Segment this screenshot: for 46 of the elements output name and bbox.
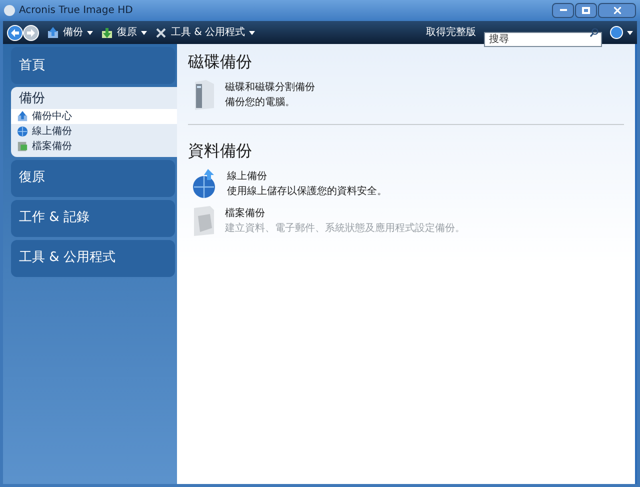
sidebar-subitem[interactable]: 線上備份 [11,124,177,138]
item-title[interactable]: 線上備份 [227,169,387,184]
item-description: 備份您的電腦。 [225,96,296,110]
globe-icon [17,126,28,136]
sidebar-subitem[interactable]: 檔案備份 [11,138,177,154]
maximize-icon [582,7,590,14]
sidebar-item[interactable]: 工具 & 公用程式 [11,240,175,276]
forward-button[interactable] [23,24,39,40]
search-field[interactable]: 搜尋 [484,32,602,47]
sidebar-item[interactable]: 復原 [11,160,175,196]
close-icon [614,7,620,14]
minimize-icon [560,8,566,11]
sidebar-item[interactable]: 首頁 [11,47,175,84]
upload-arrow-icon [17,110,28,122]
upload-arrow-icon [47,26,59,38]
app-icon [4,5,15,16]
sidebar-item[interactable]: 工作 & 記錄 [11,200,175,236]
item-description: 建立資料、電子郵件、系統狀態及應用程式設定備份。 [225,222,465,236]
section-title: 資料備份 [188,140,253,162]
caret-icon [87,30,93,34]
back-button[interactable] [7,24,23,40]
caret-icon [627,30,633,34]
help-button[interactable] [610,26,633,39]
item-description: 使用線上儲存以保護您的資料安全。 [227,184,387,199]
tools-icon [155,26,167,38]
sidebar-item[interactable]: 備份 [11,89,177,108]
help-icon [610,26,623,39]
left-arrow-icon [11,28,19,36]
toolbar-menu[interactable]: 工具 & 公用程式 [155,25,256,40]
caret-icon [141,30,147,34]
maximize-button[interactable] [575,3,597,18]
toolbar-menu[interactable]: 復原 [101,25,147,40]
right-arrow-icon [27,28,35,36]
caret-icon [249,30,256,34]
search-icon [590,28,599,37]
window-title: Acronis True Image HD [19,4,133,18]
section-title: 磁碟備份 [188,51,253,73]
toolbar-menu[interactable]: 備份 [47,25,93,40]
globe-icon [192,169,218,199]
close-button[interactable] [598,3,636,18]
sidebar-subitem[interactable]: 備份中心 [11,108,177,124]
download-arrow-icon [101,26,113,38]
item-title[interactable]: 磁碟和磁碟分割備份 [225,80,315,95]
minimize-button[interactable] [552,3,574,18]
computer-tower-icon [192,80,216,110]
upgrade-link[interactable]: 取得完整版 [426,25,476,40]
